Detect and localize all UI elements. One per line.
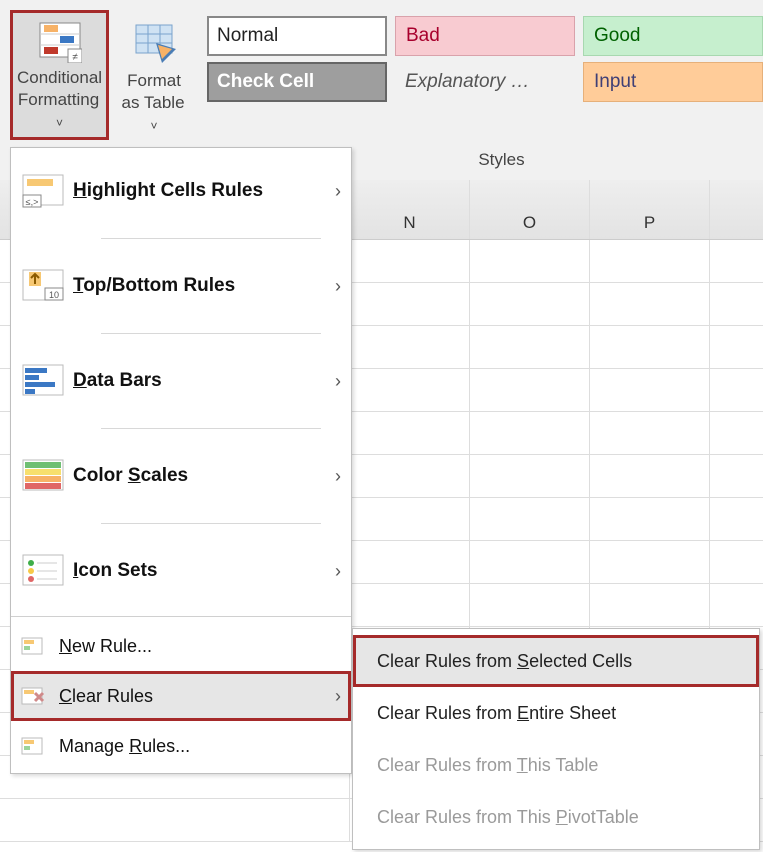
style-bad[interactable]: Bad <box>395 16 575 56</box>
color-scales-icon <box>21 458 73 494</box>
submenu-clear-this-table: Clear Rules from This Table <box>353 739 759 791</box>
menu-manage-rules[interactable]: Manage Rules... <box>11 721 351 771</box>
submenu-label: Clear Rules from Entire Sheet <box>377 703 616 724</box>
column-header[interactable]: Q <box>710 180 763 239</box>
format-as-table-button[interactable]: Format as Table ˅ <box>113 10 195 140</box>
conditional-formatting-icon: ≠ <box>38 19 82 63</box>
style-input[interactable]: Input <box>583 62 763 102</box>
column-header[interactable]: O <box>470 180 590 239</box>
menu-label: Clear Rules <box>59 686 335 707</box>
menu-clear-rules[interactable]: Clear Rules › <box>11 671 351 721</box>
style-input-label: Input <box>594 71 636 93</box>
clear-rules-submenu: Clear Rules from Selected Cells Clear Ru… <box>352 628 760 850</box>
chevron-right-icon: › <box>335 466 341 487</box>
conditional-formatting-button[interactable]: ≠ Conditional Formatting ˅ <box>10 10 109 140</box>
svg-text:≠: ≠ <box>72 52 78 63</box>
menu-label: New Rule... <box>59 636 341 657</box>
icon-sets-icon <box>21 553 73 589</box>
style-good-label: Good <box>594 25 640 47</box>
menu-label: Icon Sets <box>73 560 335 582</box>
svg-text:≤,>: ≤,> <box>26 197 39 207</box>
style-check-cell-label: Check Cell <box>217 71 314 93</box>
highlight-cells-icon: ≤,> <box>21 173 73 209</box>
column-header[interactable]: N <box>350 180 470 239</box>
styles-gallery: Normal Bad Good Check Cell Explanatory …… <box>207 16 763 102</box>
chevron-right-icon: › <box>335 686 341 707</box>
data-bars-icon <box>21 363 73 399</box>
menu-label: Color Scales <box>73 465 335 487</box>
top-bottom-icon: 10 <box>21 268 73 304</box>
submenu-label: Clear Rules from This PivotTable <box>377 807 639 828</box>
chevron-down-icon: ˅ <box>151 119 158 133</box>
menu-data-bars[interactable]: Data Bars › <box>11 340 351 422</box>
style-normal[interactable]: Normal <box>207 16 387 56</box>
style-normal-label: Normal <box>217 25 278 47</box>
clear-rules-icon <box>21 685 59 707</box>
style-good[interactable]: Good <box>583 16 763 56</box>
style-check-cell[interactable]: Check Cell <box>207 62 387 102</box>
menu-label: Manage Rules... <box>59 736 341 757</box>
menu-new-rule[interactable]: New Rule... <box>11 621 351 671</box>
style-bad-label: Bad <box>406 25 440 47</box>
menu-label: Highlight Cells Rules <box>73 180 335 202</box>
menu-highlight-cells-rules[interactable]: ≤,> Highlight Cells Rules › <box>11 150 351 232</box>
chevron-right-icon: › <box>335 371 341 392</box>
chevron-right-icon: › <box>335 181 341 202</box>
format-as-table-icon <box>132 16 176 66</box>
svg-text:10: 10 <box>49 290 59 300</box>
menu-top-bottom-rules[interactable]: 10 Top/Bottom Rules › <box>11 245 351 327</box>
chevron-right-icon: › <box>335 276 341 297</box>
submenu-label: Clear Rules from Selected Cells <box>377 651 632 672</box>
style-explanatory[interactable]: Explanatory … <box>395 62 575 102</box>
menu-label: Data Bars <box>73 370 335 392</box>
submenu-clear-this-pivottable: Clear Rules from This PivotTable <box>353 791 759 843</box>
menu-label: Top/Bottom Rules <box>73 275 335 297</box>
new-rule-icon <box>21 635 59 657</box>
chevron-down-icon: ˅ <box>56 116 63 130</box>
menu-icon-sets[interactable]: Icon Sets › <box>11 530 351 612</box>
format-as-table-label: Format as Table <box>122 71 185 112</box>
menu-color-scales[interactable]: Color Scales › <box>11 435 351 517</box>
conditional-formatting-menu: ≤,> Highlight Cells Rules › 10 Top/Botto… <box>10 147 352 774</box>
conditional-formatting-label: Conditional Formatting <box>17 68 102 109</box>
submenu-clear-entire-sheet[interactable]: Clear Rules from Entire Sheet <box>353 687 759 739</box>
submenu-clear-selected-cells[interactable]: Clear Rules from Selected Cells <box>353 635 759 687</box>
style-explanatory-label: Explanatory … <box>405 71 530 93</box>
chevron-right-icon: › <box>335 561 341 582</box>
column-header[interactable]: P <box>590 180 710 239</box>
submenu-label: Clear Rules from This Table <box>377 755 598 776</box>
manage-rules-icon <box>21 735 59 757</box>
